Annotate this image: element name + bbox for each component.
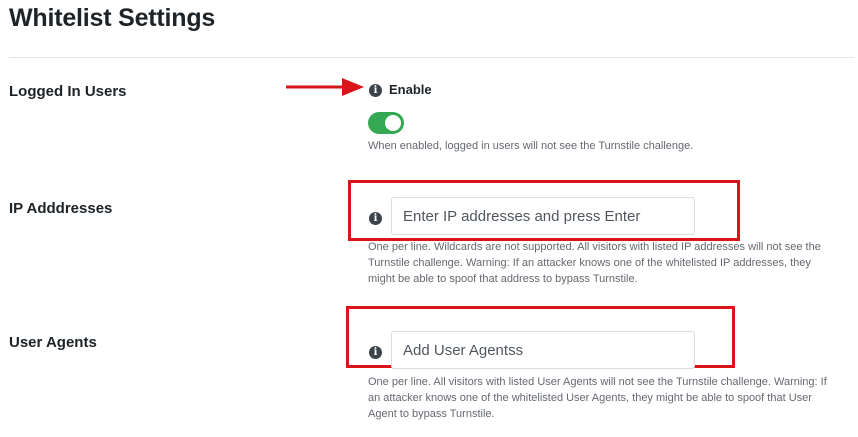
title-divider	[9, 57, 854, 58]
help-line: might be able to spoof that address to b…	[368, 273, 638, 285]
user-agents-field	[391, 331, 695, 369]
page-title: Whitelist Settings	[9, 4, 216, 32]
info-icon[interactable]: i	[369, 84, 382, 97]
help-line: One per line. Wildcards are not supporte…	[368, 241, 821, 253]
ip-addresses-field	[391, 197, 695, 235]
user-agents-input[interactable]	[392, 332, 694, 368]
logged-in-users-label: Logged In Users	[9, 83, 127, 100]
user-agents-help: One per line. All visitors with listed U…	[368, 374, 827, 422]
ip-addresses-label: IP Adddresses	[9, 200, 113, 217]
help-line: Agent to bypass Turnstile.	[368, 408, 495, 420]
logged-in-users-toggle[interactable]	[368, 112, 404, 134]
whitelist-settings-page: Whitelist Settings Logged In Users i Ena…	[0, 0, 858, 437]
help-line: Turnstile challenge. Warning: If an atta…	[368, 257, 811, 269]
info-icon[interactable]: i	[369, 346, 382, 359]
user-agents-label: User Agents	[9, 334, 97, 351]
enable-toggle-label: Enable	[389, 82, 432, 97]
toggle-knob	[385, 115, 401, 131]
info-icon[interactable]: i	[369, 212, 382, 225]
annotation-arrow	[286, 78, 364, 96]
ip-addresses-help: One per line. Wildcards are not supporte…	[368, 239, 821, 287]
logged-in-users-help: When enabled, logged in users will not s…	[368, 140, 694, 152]
ip-addresses-input[interactable]	[392, 198, 694, 234]
help-line: One per line. All visitors with listed U…	[368, 376, 827, 388]
help-line: an attacker knows one of the whitelisted…	[368, 392, 812, 404]
